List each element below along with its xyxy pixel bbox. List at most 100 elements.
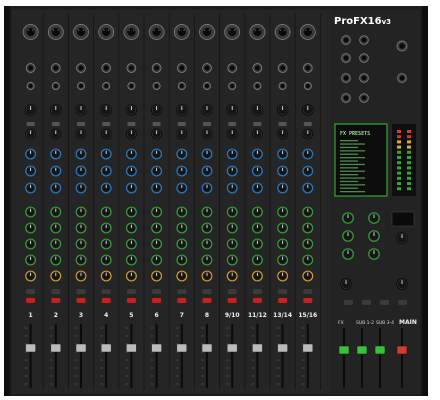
- aux-send-knob[interactable]: [75, 222, 87, 234]
- master-fader[interactable]: [338, 345, 350, 355]
- eq-knob[interactable]: [100, 182, 112, 194]
- gain-knob[interactable]: [226, 104, 238, 116]
- aux-send-knob[interactable]: [302, 206, 314, 218]
- eq-knob[interactable]: [252, 148, 263, 160]
- aux-send-knob[interactable]: [302, 222, 314, 234]
- low-cut-button[interactable]: [228, 122, 237, 126]
- low-cut-button[interactable]: [51, 122, 60, 126]
- eq-knob[interactable]: [252, 128, 263, 140]
- line-input-jack[interactable]: [50, 63, 61, 73]
- low-cut-button[interactable]: [127, 122, 136, 126]
- insert-jack[interactable]: [203, 82, 211, 90]
- aux-send-knob[interactable]: [302, 238, 314, 250]
- master-knob[interactable]: [368, 230, 380, 242]
- aux-send-knob[interactable]: [277, 206, 288, 218]
- line-input-jack[interactable]: [101, 63, 112, 73]
- aux-send-knob[interactable]: [176, 238, 188, 250]
- line-input-jack[interactable]: [76, 63, 86, 73]
- channel-fader[interactable]: [277, 343, 288, 353]
- eq-knob[interactable]: [201, 128, 213, 140]
- master-knob[interactable]: [342, 212, 354, 224]
- channel-fader[interactable]: [100, 343, 112, 353]
- output-jack[interactable]: [341, 35, 351, 45]
- line-input-jack[interactable]: [151, 63, 162, 73]
- solo-button[interactable]: [202, 289, 212, 294]
- channel-fader[interactable]: [151, 343, 162, 353]
- eq-knob[interactable]: [226, 128, 238, 140]
- insert-jack[interactable]: [177, 82, 186, 90]
- gain-knob[interactable]: [201, 104, 213, 116]
- eq-knob[interactable]: [75, 182, 87, 194]
- insert-jack[interactable]: [26, 82, 35, 90]
- aux-send-knob[interactable]: [75, 254, 87, 266]
- aux-send-knob[interactable]: [176, 222, 188, 234]
- eq-knob[interactable]: [50, 148, 62, 160]
- aux-send-knob[interactable]: [277, 222, 288, 234]
- gain-knob[interactable]: [251, 104, 264, 116]
- solo-button[interactable]: [51, 289, 61, 294]
- eq-knob[interactable]: [201, 148, 213, 160]
- eq-knob[interactable]: [25, 148, 36, 160]
- eq-knob[interactable]: [100, 148, 112, 160]
- insert-jack[interactable]: [303, 82, 312, 90]
- insert-jack[interactable]: [152, 82, 161, 90]
- aux-send-knob[interactable]: [151, 238, 163, 250]
- xlr-input-jack[interactable]: [73, 24, 89, 40]
- solo-button[interactable]: [303, 289, 313, 294]
- pan-knob[interactable]: [25, 270, 36, 282]
- output-jack[interactable]: [341, 93, 351, 103]
- channel-fader[interactable]: [50, 343, 62, 353]
- solo-button[interactable]: [152, 289, 162, 294]
- eq-knob[interactable]: [25, 128, 36, 140]
- aux-send-knob[interactable]: [50, 222, 62, 234]
- eq-knob[interactable]: [50, 182, 62, 194]
- aux-send-knob[interactable]: [25, 254, 36, 266]
- eq-knob[interactable]: [75, 165, 87, 177]
- aux-send-knob[interactable]: [302, 254, 314, 266]
- master-button[interactable]: [344, 300, 353, 305]
- eq-knob[interactable]: [176, 128, 188, 140]
- eq-knob[interactable]: [302, 165, 314, 177]
- solo-button[interactable]: [101, 289, 111, 294]
- mute-button[interactable]: [278, 298, 288, 303]
- output-jack[interactable]: [359, 35, 369, 45]
- solo-button[interactable]: [252, 289, 262, 294]
- master-knob[interactable]: [368, 248, 380, 260]
- aux-send-knob[interactable]: [277, 238, 288, 250]
- mute-button[interactable]: [152, 298, 162, 303]
- output-jack[interactable]: [341, 53, 351, 63]
- output-jack[interactable]: [359, 53, 369, 63]
- solo-button[interactable]: [278, 289, 288, 294]
- xlr-input-jack[interactable]: [123, 24, 140, 40]
- line-input-jack[interactable]: [277, 63, 288, 73]
- eq-knob[interactable]: [100, 165, 112, 177]
- solo-button[interactable]: [227, 289, 237, 294]
- pan-knob[interactable]: [226, 270, 238, 282]
- eq-knob[interactable]: [50, 165, 62, 177]
- gain-knob[interactable]: [276, 104, 289, 116]
- low-cut-button[interactable]: [77, 122, 85, 126]
- gain-knob[interactable]: [75, 104, 87, 116]
- insert-jack[interactable]: [253, 82, 262, 90]
- master-button[interactable]: [398, 300, 407, 305]
- pan-knob[interactable]: [151, 270, 163, 282]
- eq-knob[interactable]: [277, 128, 288, 140]
- insert-jack[interactable]: [228, 82, 237, 90]
- eq-knob[interactable]: [226, 182, 238, 194]
- eq-knob[interactable]: [151, 165, 163, 177]
- low-cut-button[interactable]: [152, 122, 161, 126]
- aux-send-knob[interactable]: [50, 238, 62, 250]
- eq-knob[interactable]: [126, 148, 137, 160]
- eq-knob[interactable]: [176, 182, 188, 194]
- line-input-jack[interactable]: [202, 63, 212, 73]
- aux-send-knob[interactable]: [151, 206, 163, 218]
- eq-knob[interactable]: [277, 165, 288, 177]
- phones-jack[interactable]: [396, 40, 408, 52]
- aux-send-knob[interactable]: [25, 206, 36, 218]
- xlr-input-jack[interactable]: [98, 24, 115, 40]
- low-cut-button[interactable]: [278, 122, 287, 126]
- eq-knob[interactable]: [176, 165, 188, 177]
- eq-knob[interactable]: [302, 182, 314, 194]
- channel-fader[interactable]: [201, 343, 213, 353]
- pan-knob[interactable]: [277, 270, 288, 282]
